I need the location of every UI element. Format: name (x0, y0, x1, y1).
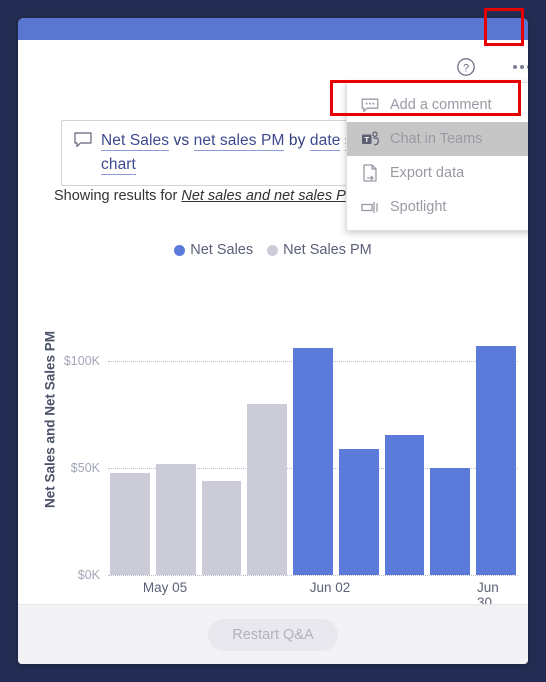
question-token-2: vs (173, 132, 190, 149)
menu-item-export-data[interactable]: Export data (347, 156, 528, 190)
y-axis-tick-50k: $50K (70, 461, 100, 475)
menu-item-label: Export data (390, 165, 465, 181)
menu-item-label: Chat in Teams (390, 131, 483, 147)
legend-entry-net-sales[interactable]: Net Sales (174, 242, 253, 258)
showing-results-query: Net sales and net sales P (181, 188, 346, 204)
x-axis-tick-may-05: May 05 (142, 580, 188, 595)
more-options-button[interactable] (506, 51, 528, 83)
bar-jun-16[interactable] (384, 435, 425, 575)
bar-may-19[interactable] (201, 481, 242, 575)
legend-label: Net Sales (190, 242, 254, 258)
comment-icon (360, 98, 380, 113)
bar-jun-30[interactable] (476, 346, 517, 575)
ellipsis-icon (513, 65, 528, 69)
question-token-4: by (288, 132, 306, 149)
menu-item-label: Spotlight (390, 199, 447, 215)
y-axis-tick-0k: $0K (77, 568, 100, 582)
chart-plot-area: Net Sales and Net Sales PM $100K $50K $0… (18, 264, 528, 620)
bar-may-26[interactable] (247, 404, 288, 575)
bar-may-05[interactable] (110, 473, 150, 575)
qna-chart: Net Sales Net Sales PM Net Sales and Net… (18, 236, 528, 626)
legend-swatch (174, 244, 186, 256)
chart-bars (110, 340, 517, 575)
export-file-icon (360, 164, 380, 182)
svg-text:?: ? (463, 62, 469, 74)
question-token-5: date (309, 132, 341, 151)
y-axis-tick-100k: $100K (63, 354, 100, 368)
question-token-3: net sales PM (193, 132, 285, 151)
speech-bubble-icon (74, 132, 92, 153)
showing-results-prefix: Showing results for (54, 188, 178, 204)
restart-qna-button[interactable]: Restart Q&A (208, 618, 338, 651)
qna-footer: Restart Q&A (18, 604, 528, 664)
menu-item-spotlight[interactable]: Spotlight (347, 190, 528, 224)
screenshot-root: ? Net Sales vs net sales PM by date char… (0, 0, 546, 682)
question-mark-circle-icon: ? (456, 57, 476, 77)
chart-legend: Net Sales Net Sales PM (18, 236, 528, 264)
help-button[interactable]: ? (450, 51, 482, 83)
legend-entry-net-sales-pm[interactable]: Net Sales PM (267, 242, 372, 258)
svg-text:T: T (364, 135, 369, 144)
gridline-0k (108, 575, 518, 576)
bar-jun-09[interactable] (338, 449, 379, 575)
window-header-bar (18, 18, 528, 40)
qna-body: ? Net Sales vs net sales PM by date char… (18, 40, 528, 626)
menu-item-chat-in-teams[interactable]: T Chat in Teams (347, 122, 528, 156)
question-token-1: Net Sales (101, 132, 170, 151)
menu-item-label: Add a comment (390, 97, 492, 113)
bar-may-12[interactable] (155, 464, 196, 575)
qna-visual-window: ? Net Sales vs net sales PM by date char… (18, 18, 528, 664)
legend-swatch (267, 244, 279, 256)
teams-icon: T (360, 131, 380, 147)
legend-label: Net Sales PM (283, 242, 372, 258)
menu-item-add-a-comment[interactable]: Add a comment (347, 88, 528, 122)
spotlight-icon (360, 201, 380, 214)
bar-jun-02[interactable] (293, 348, 333, 575)
more-options-menu: Add a comment T Chat in Teams Export dat… (346, 82, 528, 231)
x-axis-tick-jun-02: Jun 02 (309, 580, 351, 595)
showing-results-line: Showing results for Net sales and net sa… (54, 188, 346, 204)
bar-jun-23[interactable] (430, 468, 471, 575)
